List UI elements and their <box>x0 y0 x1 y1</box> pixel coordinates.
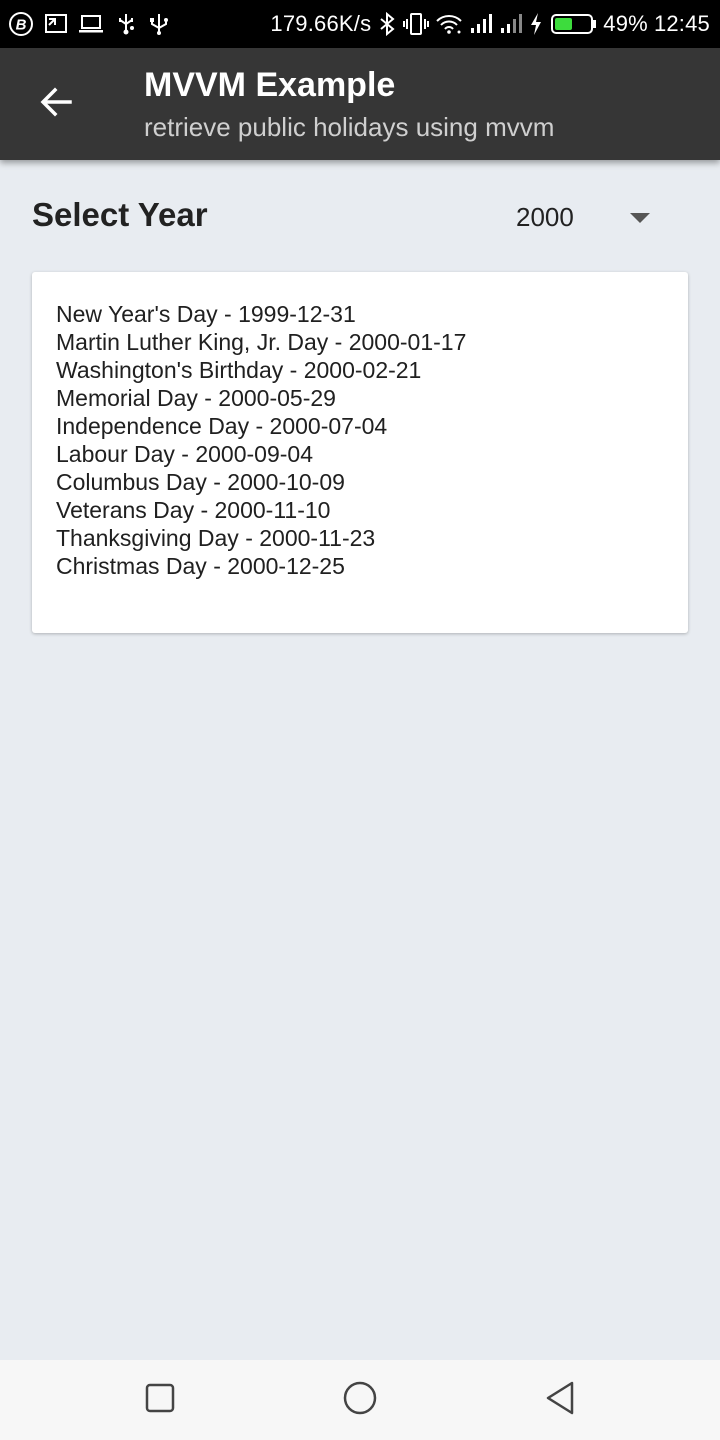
svg-text:B: B <box>16 17 27 34</box>
holiday-item: Thanksgiving Day - 2000-11-23 <box>56 525 376 551</box>
vibrate-icon <box>403 12 430 36</box>
b-badge-icon: B <box>8 11 34 37</box>
select-year-label: Select Year <box>32 196 208 233</box>
holiday-item: New Year's Day - 1999-12-31 <box>56 301 356 327</box>
network-speed: 179.66K/s <box>270 11 372 36</box>
recents-square-icon <box>145 1383 175 1418</box>
app-subtitle: retrieve public holidays using mvvm <box>144 112 555 142</box>
usb-debug-icon <box>114 12 138 36</box>
app-bar: MVVM Example retrieve public holidays us… <box>0 48 720 160</box>
holiday-item: Veterans Day - 2000-11-10 <box>56 497 331 523</box>
holiday-item: Martin Luther King, Jr. Day - 2000-01-17 <box>56 329 467 355</box>
holiday-card: New Year's Day - 1999-12-31 Martin Luthe… <box>32 272 688 633</box>
home-button[interactable] <box>340 1380 380 1420</box>
holiday-item: Washington's Birthday - 2000-02-21 <box>56 357 422 383</box>
recents-button[interactable] <box>140 1380 180 1420</box>
usb-icon <box>148 12 170 36</box>
year-dropdown[interactable]: 2000 <box>500 190 680 244</box>
status-bar-right: 179.66K/s 49% 12:45 <box>270 11 710 37</box>
bluetooth-icon <box>377 12 397 36</box>
navigation-bar <box>0 1360 720 1440</box>
battery-icon <box>551 13 597 35</box>
signal-icon <box>469 13 493 35</box>
charging-icon <box>529 12 543 36</box>
holiday-list: New Year's Day - 1999-12-31 Martin Luthe… <box>56 300 664 580</box>
back-nav-button[interactable] <box>540 1380 580 1420</box>
app-title: MVVM Example <box>144 66 396 104</box>
holiday-item: Christmas Day - 2000-12-25 <box>56 553 345 579</box>
dropdown-arrow-icon <box>628 211 652 229</box>
holiday-item: Columbus Day - 2000-10-09 <box>56 469 345 495</box>
arrow-left-icon <box>38 84 74 125</box>
laptop-icon <box>78 13 104 35</box>
clock: 12:45 <box>653 11 710 36</box>
status-bar-left-icons: B <box>8 11 170 37</box>
back-button[interactable] <box>24 72 88 136</box>
status-bar: B 179.66K/s 49% 12:45 <box>0 0 720 48</box>
holiday-item: Independence Day - 2000-07-04 <box>56 413 388 439</box>
holiday-item: Labour Day - 2000-09-04 <box>56 441 313 467</box>
battery-percent: 49% <box>603 11 648 36</box>
holiday-item: Memorial Day - 2000-05-29 <box>56 385 336 411</box>
wifi-icon <box>435 13 463 35</box>
cast-icon <box>44 13 68 35</box>
selected-year: 2000 <box>516 202 574 232</box>
signal-icon <box>499 13 523 35</box>
home-circle-icon <box>343 1381 377 1420</box>
back-triangle-icon <box>545 1381 575 1420</box>
